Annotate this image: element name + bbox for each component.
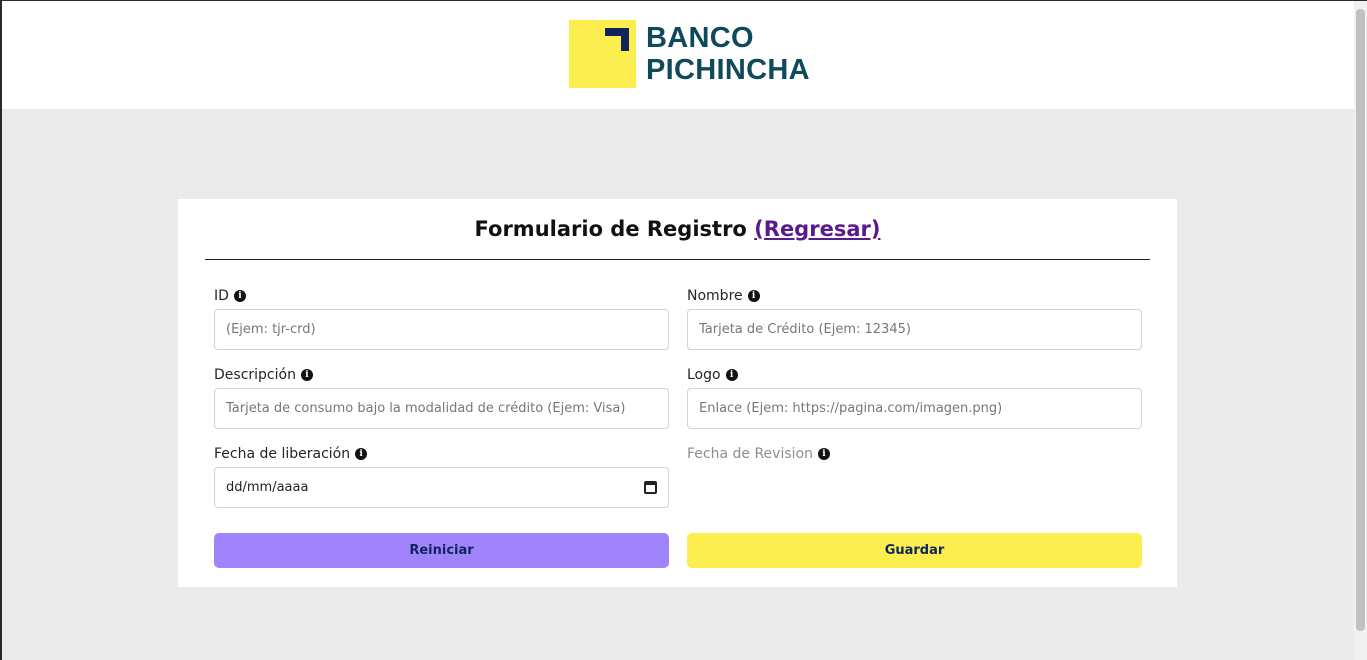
scrollbar-thumb[interactable]: [1356, 9, 1365, 631]
id-label: ID i: [214, 287, 669, 305]
id-input[interactable]: [214, 309, 669, 350]
descripcion-input[interactable]: [214, 388, 669, 429]
info-icon[interactable]: i: [725, 369, 738, 381]
form-title: Formulario de Registro (Regresar): [178, 217, 1177, 241]
brand-name: BANCO PICHINCHA: [646, 22, 810, 86]
app-header: BANCO PICHINCHA: [2, 1, 1354, 109]
registration-form-card: Formulario de Registro (Regresar) ID i N…: [178, 199, 1177, 587]
descripcion-label: Descripción i: [214, 366, 669, 384]
vertical-scrollbar[interactable]: [1354, 1, 1367, 660]
brand-mark-icon: [569, 20, 636, 88]
back-link[interactable]: (Regresar): [754, 217, 880, 241]
reset-button[interactable]: Reiniciar: [214, 533, 669, 568]
field-logo: Logo i: [687, 366, 1142, 429]
field-fecha-liberacion: Fecha de liberación i dd/mm/aaaa: [214, 445, 669, 508]
calendar-icon[interactable]: [644, 481, 657, 494]
info-icon[interactable]: i: [747, 290, 760, 302]
date-value: dd/mm/aaaa: [226, 480, 309, 495]
nombre-input[interactable]: [687, 309, 1142, 350]
logo-input[interactable]: [687, 388, 1142, 429]
logo-label: Logo i: [687, 366, 1142, 384]
field-nombre: Nombre i: [687, 287, 1142, 350]
nombre-label: Nombre i: [687, 287, 1142, 305]
field-descripcion: Descripción i: [214, 366, 669, 429]
brand-logo[interactable]: BANCO PICHINCHA: [569, 20, 810, 88]
brand-name-line1: BANCO: [646, 22, 754, 54]
field-fecha-revision: Fecha de Revision i: [687, 445, 1142, 463]
title-divider: [205, 259, 1150, 260]
fecha-liberacion-label: Fecha de liberación i: [214, 445, 669, 463]
main-content: Formulario de Registro (Regresar) ID i N…: [2, 109, 1354, 660]
info-icon[interactable]: i: [233, 290, 246, 302]
info-icon[interactable]: i: [355, 448, 368, 460]
info-icon[interactable]: i: [300, 369, 313, 381]
fecha-liberacion-input[interactable]: dd/mm/aaaa: [214, 467, 669, 508]
field-id: ID i: [214, 287, 669, 350]
brand-name-line2: PICHINCHA: [646, 54, 810, 86]
info-icon[interactable]: i: [817, 448, 830, 460]
fecha-revision-label: Fecha de Revision i: [687, 445, 1142, 463]
save-button[interactable]: Guardar: [687, 533, 1142, 568]
form-title-text: Formulario de Registro: [474, 217, 747, 241]
